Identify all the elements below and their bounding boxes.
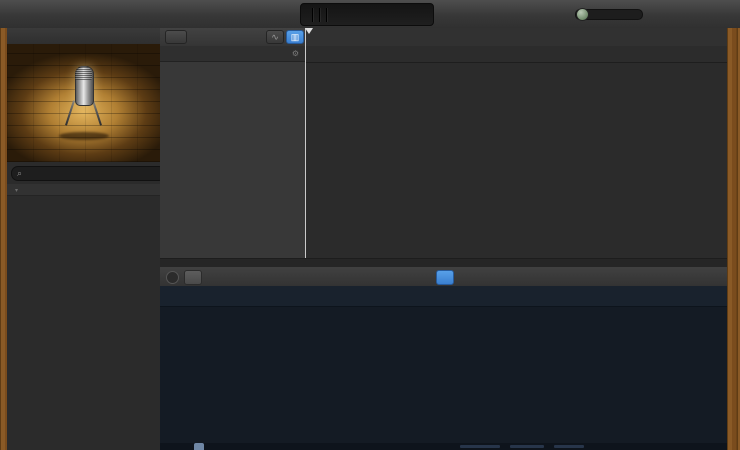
track-lanes xyxy=(305,62,727,258)
eq-readout xyxy=(510,445,544,448)
library-search-field[interactable]: ⌕ xyxy=(11,166,166,181)
arrangement-marker-row xyxy=(305,46,727,63)
playhead-handle[interactable] xyxy=(305,28,313,34)
gear-icon[interactable]: ⚙ xyxy=(292,46,299,62)
library-panel: ⌕ ▾ xyxy=(7,28,166,450)
track-column-toolbar: ∿ ▥ xyxy=(160,28,305,47)
disclosure-icon: ▾ xyxy=(15,188,19,194)
arrangement-track-header[interactable]: ⚙ xyxy=(160,46,305,62)
eq-readout xyxy=(554,445,584,448)
add-track-button[interactable] xyxy=(165,30,187,44)
search-icon: ⌕ xyxy=(17,168,23,178)
microphone-grill xyxy=(75,66,92,80)
timeline-area xyxy=(305,28,727,267)
library-category-header[interactable]: ▾ xyxy=(7,184,160,196)
compare-button[interactable] xyxy=(238,270,254,283)
master-volume-knob[interactable] xyxy=(576,8,589,21)
playhead[interactable] xyxy=(305,28,306,258)
master-tab[interactable] xyxy=(184,270,202,285)
smart-controls-panel xyxy=(160,267,727,450)
controls-tab[interactable] xyxy=(390,270,406,283)
analyzer-button[interactable] xyxy=(194,443,204,450)
toolbar xyxy=(0,0,740,29)
garageband-window: ⌕ ▾ ∿ ▥ ⚙ xyxy=(0,0,740,450)
library-title xyxy=(7,28,160,45)
desktop-background-right xyxy=(727,28,740,450)
eq-frequency-display[interactable] xyxy=(160,306,727,443)
lcd-display[interactable] xyxy=(300,3,434,26)
smart-controls-header xyxy=(160,267,727,287)
master-volume-slider[interactable] xyxy=(575,8,643,21)
search-input[interactable] xyxy=(25,168,160,179)
automation-button[interactable]: ∿ xyxy=(266,30,284,44)
eq-tab[interactable] xyxy=(436,270,454,285)
track-header-column: ∿ ▥ ⚙ xyxy=(160,28,306,267)
desktop-background-left xyxy=(0,28,7,450)
track-display-toggle-button[interactable]: ▥ xyxy=(286,30,304,44)
instrument-preview-image xyxy=(7,44,160,162)
eq-band-buttons xyxy=(160,286,727,307)
bar-ruler[interactable] xyxy=(305,28,727,47)
eq-footer-strip xyxy=(160,443,727,450)
eq-readout xyxy=(460,445,500,448)
info-button[interactable] xyxy=(166,271,179,284)
mic-shadow xyxy=(59,132,109,140)
